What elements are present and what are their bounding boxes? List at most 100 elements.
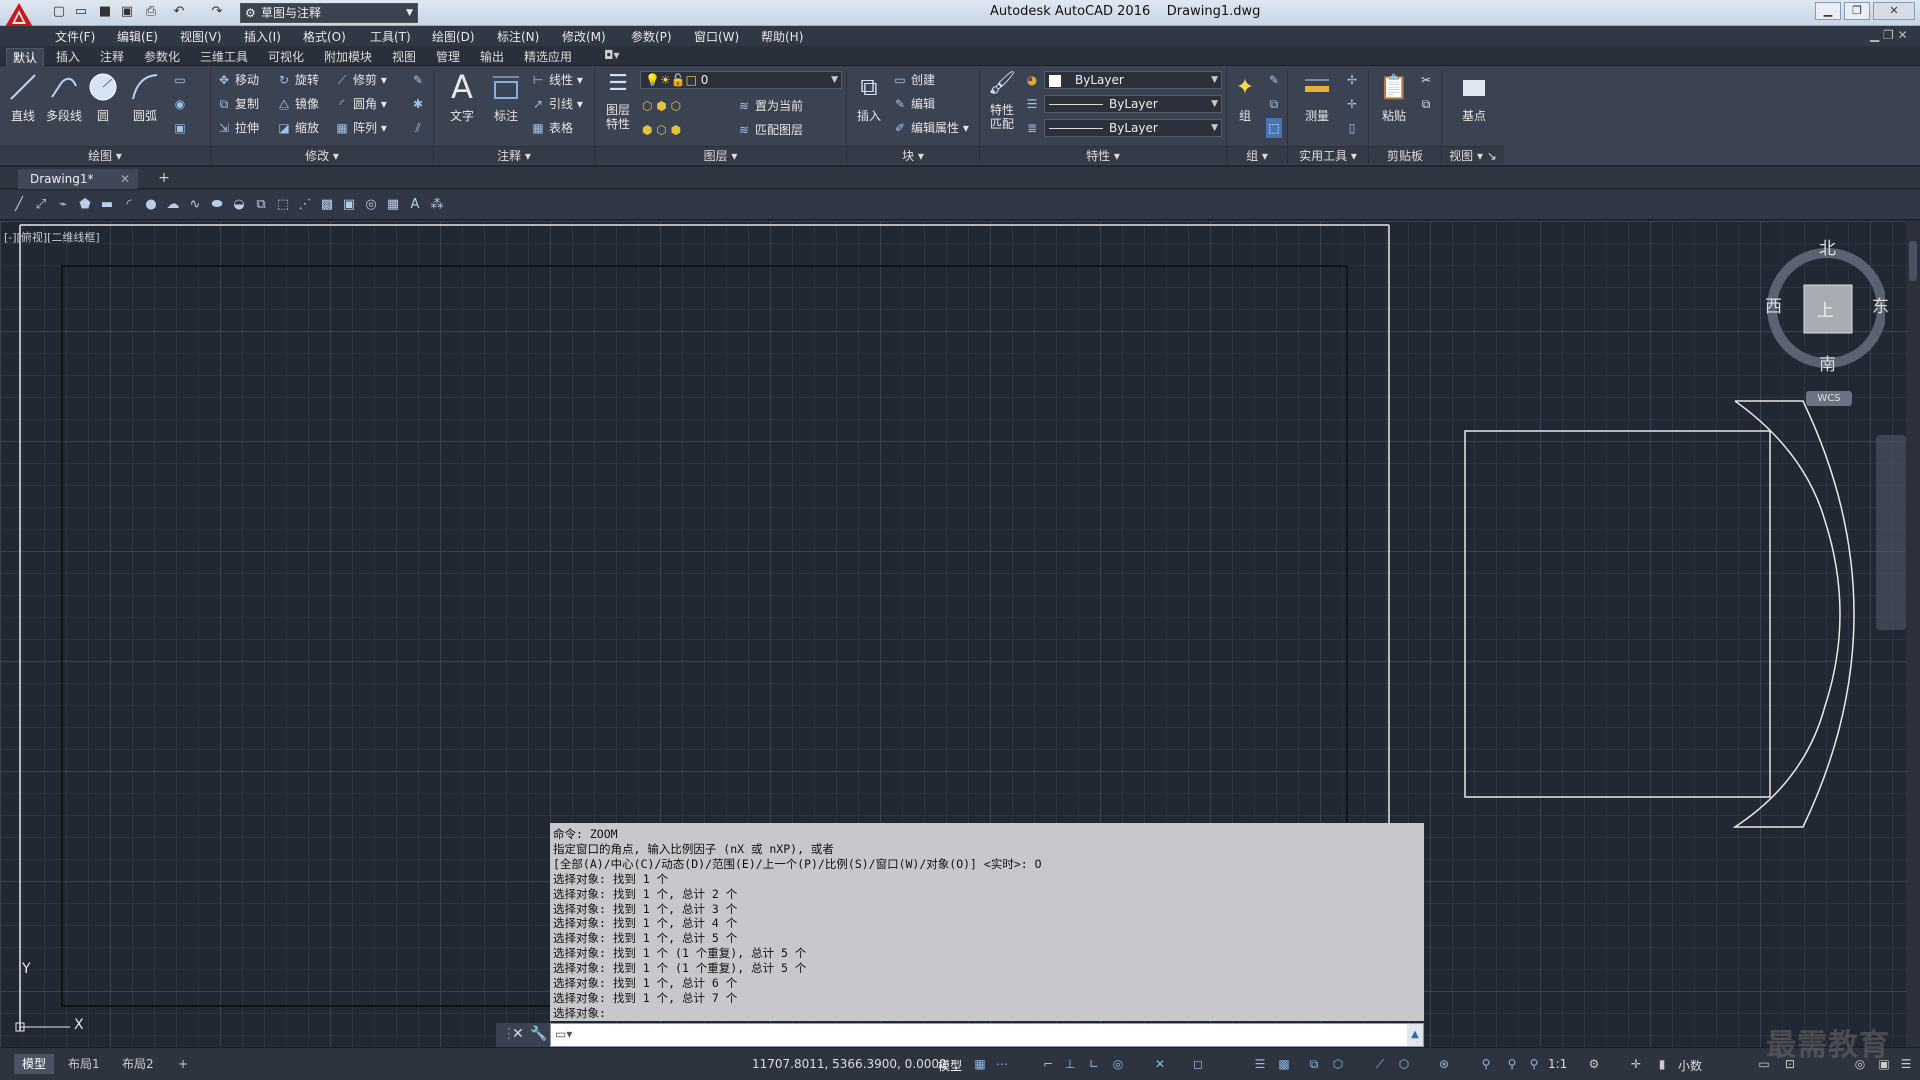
units-icon[interactable]: ▮ <box>1654 1056 1670 1072</box>
group-tool-1-icon[interactable]: ✎ <box>1266 70 1285 90</box>
explode-icon[interactable]: ✱ <box>410 94 429 114</box>
group-tool-2-icon[interactable]: ⧉ <box>1266 94 1285 114</box>
isodraft-icon[interactable]: ◎ <box>1110 1056 1126 1072</box>
base-point-button[interactable]: 基点 <box>1452 70 1496 124</box>
polyline-button[interactable]: 多段线 <box>44 70 84 124</box>
erase-icon[interactable]: ✎ <box>410 70 429 90</box>
transparency-icon[interactable]: ▩ <box>1276 1056 1292 1072</box>
revcloud-icon[interactable]: ☁ <box>164 196 182 214</box>
new-tab-button[interactable]: + <box>154 169 174 187</box>
customization-icon[interactable]: ☰ <box>1898 1056 1914 1072</box>
circle-button[interactable]: 圆 <box>86 70 120 124</box>
workspace-dropdown[interactable]: ⚙ 草图与注释 ▼ <box>240 3 418 23</box>
tab-view[interactable]: 视图 <box>386 48 422 66</box>
ortho-icon[interactable]: ⊥ <box>1062 1056 1078 1072</box>
tab-output[interactable]: 输出 <box>474 48 510 66</box>
prompt-icon[interactable]: ▭▾ <box>555 1027 572 1041</box>
draw-panel-title[interactable]: 绘图 ▾ <box>0 146 210 164</box>
undo-icon[interactable]: ↶ <box>170 3 188 21</box>
scale-button[interactable]: ◪ 缩放 <box>276 118 319 138</box>
restore-button[interactable]: ❐ <box>1844 2 1870 20</box>
quick-select-icon[interactable]: ✢ <box>1344 70 1363 90</box>
lineweight-dropdown[interactable]: ByLayer ▼ <box>1044 119 1222 137</box>
paste-button[interactable]: 📋 粘贴 <box>1374 70 1414 124</box>
utilities-panel-title[interactable]: 实用工具 ▾ <box>1288 146 1368 164</box>
offset-icon[interactable]: ⫽ <box>410 118 429 138</box>
color-wheel-icon[interactable]: ◕ <box>1024 70 1043 90</box>
groups-panel-title[interactable]: 组 ▾ <box>1227 146 1287 164</box>
stretch-button[interactable]: ⇲ 拉伸 <box>216 118 259 138</box>
make-block-icon[interactable]: ⬚ <box>274 196 292 214</box>
add-layout-button[interactable]: + <box>170 1054 196 1074</box>
boundary-icon[interactable]: ▣ <box>172 118 191 138</box>
save-icon[interactable]: ■ <box>96 3 114 21</box>
tab-manage[interactable]: 管理 <box>430 48 466 66</box>
viewcube-top-face[interactable]: 上 <box>1817 296 1834 321</box>
menu-edit[interactable]: 编辑(E) <box>117 28 158 45</box>
linear-dim-button[interactable]: ⊢ 线性 ▾ <box>530 70 583 90</box>
viewcube-west[interactable]: 西 <box>1765 292 1782 317</box>
hatch-icon[interactable]: ◉ <box>172 94 191 114</box>
point-icon[interactable]: ✛ <box>1344 94 1363 114</box>
arc-button[interactable]: 圆弧 <box>126 70 164 124</box>
annotation-scale[interactable]: 1:1 <box>1548 1057 1567 1071</box>
clipboard-panel-title[interactable]: 剪贴板 <box>1369 146 1441 164</box>
selection-cycling-icon[interactable]: ⧉ <box>1306 1056 1322 1072</box>
move-button[interactable]: ✥ 移动 <box>216 70 259 90</box>
osnap-tracking-icon[interactable]: ✕ <box>1152 1056 1168 1072</box>
rectangle-icon[interactable]: ▬ <box>98 196 116 214</box>
group-button[interactable]: ✦ 组 <box>1228 70 1262 124</box>
vertical-scrollbar[interactable] <box>1906 221 1920 1047</box>
insert-block-icon[interactable]: ⧉ <box>252 196 270 214</box>
auto-scale-icon[interactable]: ⚲ <box>1504 1056 1520 1072</box>
tab-3d-tools[interactable]: 三维工具 <box>194 48 254 66</box>
arc-icon[interactable]: ◜ <box>120 196 138 214</box>
linetype-dropdown[interactable]: ByLayer ▼ <box>1044 95 1222 113</box>
print-icon[interactable]: ⎙ <box>142 3 160 21</box>
polygon-icon[interactable]: ⬟ <box>76 196 94 214</box>
mirror-button[interactable]: ⧋ 镜像 <box>276 94 319 114</box>
create-block-button[interactable]: ▭ 创建 <box>892 70 935 90</box>
polyline-icon[interactable]: ⌁ <box>54 196 72 214</box>
minimize-button[interactable]: ▁ <box>1815 2 1841 20</box>
lineweight-icon[interactable]: ≣ <box>1024 118 1043 138</box>
chevron-up-icon[interactable]: ▲ <box>1407 1024 1423 1046</box>
copy-clip-icon[interactable]: ⧉ <box>1418 94 1437 114</box>
lineweight-icon[interactable]: ☰ <box>1252 1056 1268 1072</box>
cut-icon[interactable]: ✂ <box>1418 70 1437 90</box>
mtext-icon[interactable]: A <box>406 196 424 214</box>
edit-block-button[interactable]: ✎ 编辑 <box>892 94 935 114</box>
dimension-button[interactable]: 标注 <box>486 70 526 124</box>
linetype-icon[interactable]: ☰ <box>1024 94 1043 114</box>
tab-featured-apps[interactable]: 精选应用 <box>518 48 578 66</box>
line-button[interactable]: 直线 <box>4 70 42 124</box>
tab-default[interactable]: 默认 <box>6 48 45 66</box>
tab-parametric[interactable]: 参数化 <box>138 48 186 66</box>
open-icon[interactable]: ▭ <box>72 3 90 21</box>
infer-icon[interactable]: ⌐ <box>1040 1056 1056 1072</box>
edit-attribute-button[interactable]: ✐ 编辑属性 ▾ <box>892 118 969 138</box>
layers-panel-title[interactable]: 图层 ▾ <box>595 146 846 164</box>
menu-tools[interactable]: 工具(T) <box>370 28 411 45</box>
wrench-icon[interactable]: 🔧 <box>530 1026 547 1042</box>
polar-icon[interactable]: ∟ <box>1086 1056 1102 1072</box>
group-select-icon[interactable]: ⬚ <box>1266 118 1285 138</box>
layer-dropdown[interactable]: 💡☀🔓□ 0 ▼ <box>640 71 842 89</box>
properties-panel-title[interactable]: 特性 ▾ <box>980 146 1226 164</box>
layout-tab-1[interactable]: 布局1 <box>60 1054 108 1074</box>
rotate-button[interactable]: ↻ 旋转 <box>276 70 319 90</box>
annotation-visibility-icon[interactable]: ⚲ <box>1478 1056 1494 1072</box>
annotation-monitor-icon[interactable]: ✛ <box>1628 1056 1644 1072</box>
layer-properties-button[interactable]: ☰ 图层 特性 <box>598 66 638 132</box>
block-panel-title[interactable]: 块 ▾ <box>847 146 979 164</box>
hatch-icon[interactable]: ▩ <box>318 196 336 214</box>
modify-panel-title[interactable]: 修改 ▾ <box>211 146 433 164</box>
snap-icon[interactable]: ⋯ <box>994 1056 1010 1072</box>
tab-annotate[interactable]: 注释 <box>94 48 130 66</box>
cursor-coordinates[interactable]: 11707.8011, 5366.3900, 0.0000 <box>752 1057 947 1071</box>
model-space-button[interactable]: 模型 <box>938 1057 962 1074</box>
close-icon[interactable]: ✕ <box>512 1026 524 1042</box>
units-select[interactable]: 小数 <box>1678 1057 1702 1074</box>
viewcube-south[interactable]: 南 <box>1819 350 1836 375</box>
table-button[interactable]: ▦ 表格 <box>530 118 573 138</box>
